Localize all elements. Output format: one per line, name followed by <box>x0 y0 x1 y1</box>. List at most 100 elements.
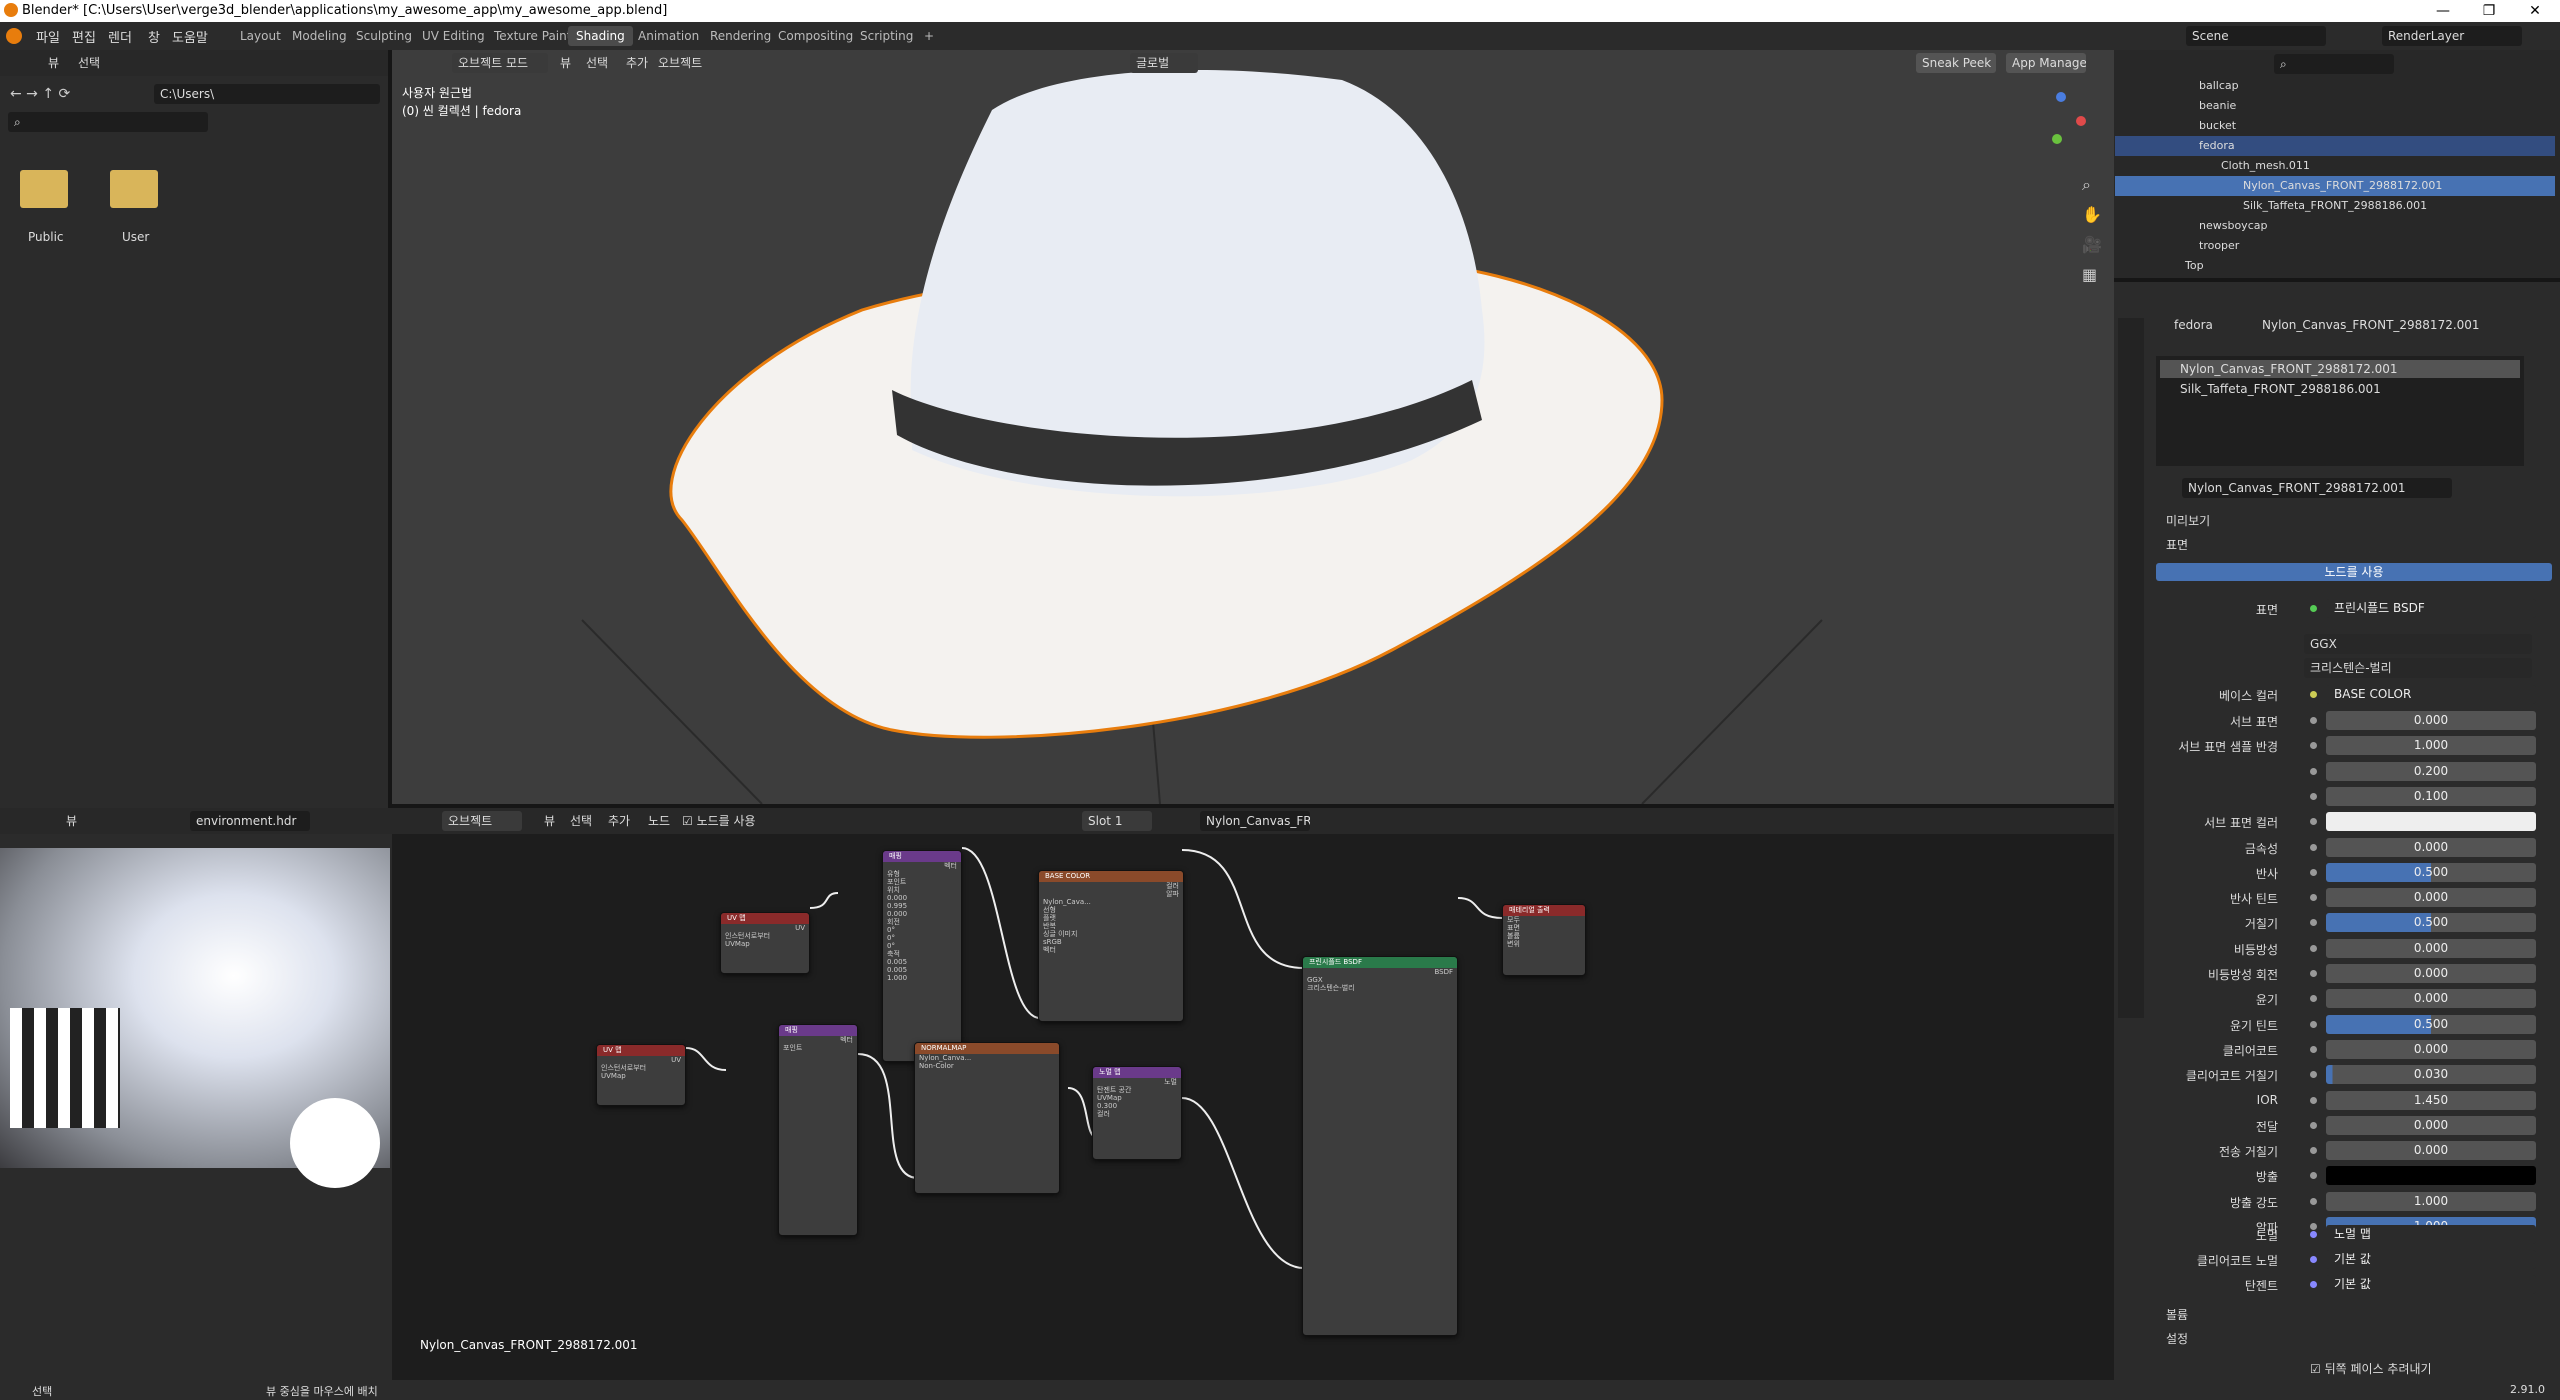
app-manager-button[interactable]: App Manager <box>2006 53 2086 73</box>
material-slot-active[interactable]: Nylon_Canvas_FRONT_2988172.001 <box>2160 360 2520 378</box>
backface-culling-checkbox[interactable]: ☑ 뒤쪽 페이스 추려내기 <box>2310 1360 2432 1377</box>
tab-modeling[interactable]: Modeling <box>284 26 355 46</box>
property-value[interactable]: 0.000 <box>2326 838 2536 857</box>
property-value[interactable]: 0.200 <box>2326 762 2536 781</box>
viewport-menu-select[interactable]: 선택 <box>586 53 608 73</box>
property-value[interactable]: 0.000 <box>2326 939 2536 958</box>
property-value[interactable]: 0.100 <box>2326 787 2536 806</box>
orientation-dropdown[interactable]: 글로벌 <box>1130 53 1198 73</box>
menu-help[interactable]: 도움말 <box>172 27 208 46</box>
folder-public-label[interactable]: Public <box>28 230 64 244</box>
settings-panel-header[interactable]: 설정 <box>2166 1330 2188 1347</box>
subsurface-method-dropdown[interactable]: 크리스텐슨-벌리 <box>2304 658 2532 678</box>
surface-panel-header[interactable]: 표면 <box>2166 536 2188 553</box>
node-principled-bsdf[interactable]: 프린시플드 BSDF BSDF GGX 크리스텐슨-벌리 <box>1302 956 1458 1336</box>
material-name-field[interactable]: Nylon_Canvas_FRONT_2988172.001 <box>2182 478 2452 498</box>
outliner-item[interactable]: ballcap <box>2115 76 2555 96</box>
navigation-gizmo[interactable] <box>2032 90 2092 150</box>
volume-panel-header[interactable]: 볼륨 <box>2166 1306 2188 1323</box>
node-image-texture-base-color[interactable]: BASE COLOR 컬러 알파 Nylon_Cava... 선형 플랫 반복 … <box>1038 870 1184 1022</box>
image-menu-view[interactable]: 뷰 <box>66 811 77 831</box>
node-mapping-1[interactable]: 매핑 벡터 유형 포인트 위치 0.000 0.995 0.000 회전 0° … <box>882 850 962 1062</box>
property-value[interactable]: 0.030 <box>2326 1065 2536 1084</box>
normal-field[interactable]: 노멀 맵 <box>2326 1225 2536 1244</box>
property-value[interactable]: 0.000 <box>2326 1116 2536 1135</box>
outliner-item-selected[interactable]: fedora <box>2115 136 2555 156</box>
node-uv-map-1[interactable]: UV 맵 UV 인스턴서로부터 UVMap <box>720 912 810 974</box>
property-value[interactable]: 1.450 <box>2326 1091 2536 1110</box>
distribution-dropdown[interactable]: GGX <box>2304 634 2532 654</box>
tab-shading[interactable]: Shading <box>568 26 633 46</box>
property-value[interactable]: 0.500 <box>2326 1015 2536 1034</box>
property-value[interactable]: 0.000 <box>2326 989 2536 1008</box>
property-value[interactable]: 0.000 <box>2326 711 2536 730</box>
tab-uv-editing[interactable]: UV Editing <box>414 26 493 46</box>
viewport-menu-view[interactable]: 뷰 <box>560 53 571 73</box>
property-value[interactable]: 1.000 <box>2326 736 2536 755</box>
blender-menu-icon[interactable] <box>6 28 22 44</box>
scene-selector[interactable]: Scene <box>2186 26 2326 46</box>
clearcoat-normal-field[interactable]: 기본 값 <box>2326 1250 2536 1269</box>
tab-rendering[interactable]: Rendering <box>702 26 779 46</box>
add-workspace-button[interactable]: + <box>916 26 942 46</box>
property-value[interactable]: 0.000 <box>2326 1040 2536 1059</box>
tab-layout[interactable]: Layout <box>232 26 289 46</box>
node-mapping-2[interactable]: 매핑 벡터 포인트 <box>778 1024 858 1236</box>
menu-select[interactable]: 선택 <box>78 53 100 73</box>
menu-view[interactable]: 뷰 <box>48 53 59 73</box>
node-image-texture-normalmap[interactable]: NORMALMAP Nylon_Canva... Non-Color <box>914 1042 1060 1194</box>
outliner-item[interactable]: Silk_Taffeta_FRONT_2988186.001 <box>2115 196 2555 216</box>
node-material-output[interactable]: 매테리얼 출력 모두 표면 볼륨 변위 <box>1502 904 1586 976</box>
object-mode-dropdown[interactable]: 오브젝트 모드 <box>452 53 548 73</box>
menu-render[interactable]: 렌더 <box>108 27 132 46</box>
viewport-menu-add[interactable]: 추가 <box>626 53 648 73</box>
outliner-item[interactable]: trooper <box>2115 236 2555 256</box>
image-name-field[interactable]: environment.hdr <box>190 811 310 831</box>
base-color-field[interactable]: BASE COLOR <box>2326 685 2536 704</box>
sneak-peek-button[interactable]: Sneak Peek <box>1916 53 1996 73</box>
folder-icon[interactable] <box>20 170 68 208</box>
zoom-icon[interactable]: ⌕ ✋ 🎥 ▦ <box>2082 170 2102 290</box>
outliner-item[interactable]: Cloth_mesh.011 <box>2115 156 2555 176</box>
path-field[interactable]: C:\Users\ <box>154 84 380 104</box>
menu-file[interactable]: 파일 <box>36 27 60 46</box>
outliner-item[interactable]: beanie <box>2115 96 2555 116</box>
node-normal-map[interactable]: 노멀 맵 노멀 탄젠트 공간 UVMap 0.300 컬러 <box>1092 1066 1182 1160</box>
outliner-item[interactable]: Top <box>2115 256 2555 276</box>
surface-shader-field[interactable]: 프린시플드 BSDF <box>2326 599 2536 618</box>
property-value[interactable]: 0.000 <box>2326 1141 2536 1160</box>
outliner-item[interactable]: newsboycap <box>2115 216 2555 236</box>
tab-animation[interactable]: Animation <box>630 26 707 46</box>
maximize-button[interactable]: ❐ <box>2466 0 2512 22</box>
node-uv-map-2[interactable]: UV 맵 UV 인스턴서로부터 UVMap <box>596 1044 686 1106</box>
tab-sculpting[interactable]: Sculpting <box>348 26 420 46</box>
tab-scripting[interactable]: Scripting <box>852 26 921 46</box>
folder-user-label[interactable]: User <box>122 230 149 244</box>
nav-arrows[interactable]: ← → ↑ ⟳ <box>10 86 70 102</box>
property-value[interactable]: 0.500 <box>2326 913 2536 932</box>
view-layer-selector[interactable]: RenderLayer <box>2382 26 2522 46</box>
use-nodes-button[interactable]: 노드를 사용 <box>2156 563 2552 581</box>
property-value[interactable]: 0.500 <box>2326 863 2536 882</box>
outliner-item[interactable]: bucket <box>2115 116 2555 136</box>
property-value[interactable] <box>2326 812 2536 831</box>
outliner-search-input[interactable]: ⌕ <box>2274 54 2394 74</box>
tab-compositing[interactable]: Compositing <box>770 26 861 46</box>
minimize-button[interactable]: — <box>2420 0 2466 22</box>
property-value[interactable]: 0.000 <box>2326 888 2536 907</box>
menu-edit[interactable]: 편집 <box>72 27 96 46</box>
property-value[interactable]: 0.000 <box>2326 964 2536 983</box>
tangent-field[interactable]: 기본 값 <box>2326 1275 2536 1294</box>
property-value[interactable] <box>2326 1166 2536 1185</box>
viewport-menu-object[interactable]: 오브젝트 <box>658 53 702 73</box>
menu-window[interactable]: 창 <box>148 27 160 46</box>
home-folder-icon[interactable] <box>110 170 158 208</box>
property-value[interactable]: 1.000 <box>2326 1192 2536 1211</box>
file-search-input[interactable]: ⌕ <box>8 112 208 132</box>
tab-texture-paint[interactable]: Texture Paint <box>486 26 579 46</box>
close-button[interactable]: ✕ <box>2512 0 2558 22</box>
material-slot[interactable]: Silk_Taffeta_FRONT_2988186.001 <box>2160 380 2520 398</box>
node-editor[interactable]: 오브젝트 뷰 선택 추가 노드 ☑ 노드를 사용 Slot 1 Nylon_Ca… <box>392 808 2114 1380</box>
preview-panel-header[interactable]: 미리보기 <box>2166 512 2210 529</box>
outliner-item-active[interactable]: Nylon_Canvas_FRONT_2988172.001 <box>2115 176 2555 196</box>
